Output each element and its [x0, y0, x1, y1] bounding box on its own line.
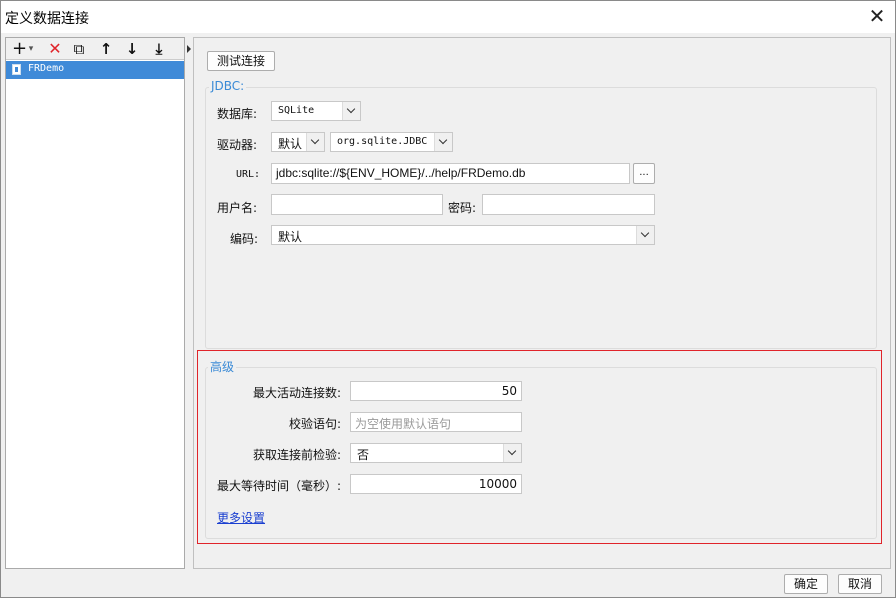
- chevron-down-icon: [434, 133, 452, 151]
- chevron-down-icon: [636, 226, 654, 244]
- jdbc-legend: JDBC:: [209, 79, 247, 93]
- expand-arrow-icon[interactable]: [187, 45, 191, 53]
- driver-mode-value: 默认: [278, 137, 303, 151]
- dialog-window: 定义数据连接 ✕ + ▾ ✕ ⧉ ↑ ↓ ⤓ FRDemo 测试连接 JDBC:…: [0, 0, 896, 598]
- connection-name: FRDemo: [28, 63, 65, 74]
- url-label: URL:: [236, 169, 261, 180]
- chevron-down-icon: [342, 102, 360, 120]
- sort-icon[interactable]: ⤓: [150, 39, 168, 59]
- panel-splitter[interactable]: [185, 37, 193, 569]
- delete-icon[interactable]: ✕: [46, 39, 64, 59]
- username-field[interactable]: [271, 194, 443, 215]
- driver-class-select[interactable]: org.sqlite.JDBC: [330, 132, 453, 152]
- ok-button[interactable]: 确定: [784, 574, 828, 594]
- database-select[interactable]: SQLite: [271, 101, 361, 121]
- jdbc-group: [205, 87, 877, 349]
- driver-class-value: org.sqlite.JDBC: [337, 136, 428, 147]
- move-up-icon[interactable]: ↑: [98, 39, 114, 59]
- cancel-button[interactable]: 取消: [838, 574, 882, 594]
- encoding-label: 编码:: [230, 232, 259, 246]
- url-field[interactable]: jdbc:sqlite://${ENV_HOME}/../help/FRDemo…: [271, 163, 630, 184]
- database-value: SQLite: [278, 105, 315, 116]
- title-bar: 定义数据连接 ✕: [1, 1, 895, 33]
- move-down-icon[interactable]: ↓: [124, 39, 140, 59]
- password-label: 密码:: [448, 201, 477, 215]
- test-connection-button[interactable]: 测试连接: [207, 51, 275, 71]
- list-item-frdemo[interactable]: FRDemo: [6, 61, 184, 79]
- chevron-down-icon: [306, 133, 324, 151]
- database-icon: [12, 64, 21, 75]
- add-icon[interactable]: +: [12, 39, 27, 59]
- add-dropdown-icon[interactable]: ▾: [26, 39, 36, 59]
- username-label: 用户名:: [217, 201, 258, 215]
- encoding-value: 默认: [278, 230, 303, 244]
- password-field[interactable]: [482, 194, 655, 215]
- url-browse-button[interactable]: ...: [633, 163, 655, 184]
- close-icon[interactable]: ✕: [865, 4, 889, 28]
- list-toolbar: + ▾ ✕ ⧉ ↑ ↓ ⤓: [6, 38, 184, 60]
- driver-mode-select[interactable]: 默认: [271, 132, 325, 152]
- connection-list-panel: + ▾ ✕ ⧉ ↑ ↓ ⤓ FRDemo: [5, 37, 185, 569]
- driver-label: 驱动器:: [217, 138, 258, 152]
- encoding-select[interactable]: 默认: [271, 225, 655, 245]
- copy-icon[interactable]: ⧉: [70, 39, 88, 59]
- database-label: 数据库:: [217, 107, 258, 121]
- window-title: 定义数据连接: [5, 11, 89, 27]
- advanced-highlight-box: [197, 350, 882, 544]
